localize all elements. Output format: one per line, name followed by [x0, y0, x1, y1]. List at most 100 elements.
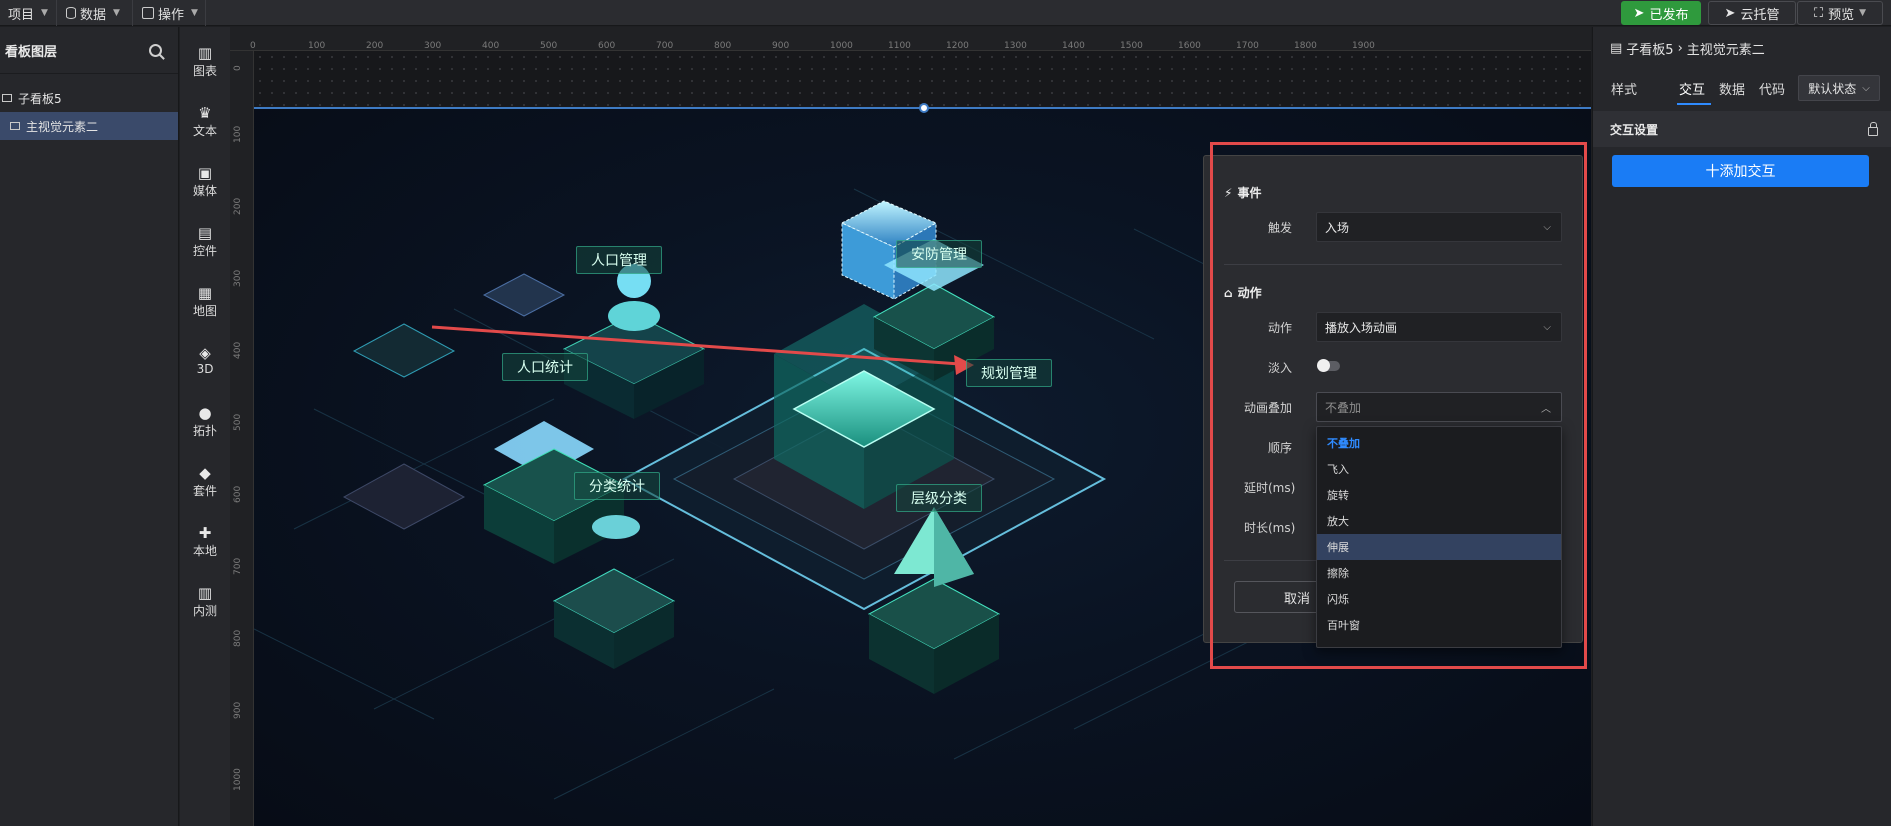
chevron-down-icon: ⌵ [1543, 221, 1551, 233]
ruler-tick-label: 1700 [1236, 41, 1259, 51]
vertical-ruler: 0 100 200 300 400 500 600 700 800 900 1000 [230, 51, 254, 826]
widget-icon: ▤ [197, 224, 213, 242]
ruler-tick-label: 800 [714, 41, 732, 51]
dropdown-option[interactable]: 飞入 [1317, 456, 1561, 482]
fullscreen-icon: ⛶ [1813, 5, 1824, 21]
menu-data[interactable]: 数据 ▼ [66, 0, 120, 26]
animation-overlay-select[interactable]: 不叠加 ︿ [1316, 392, 1562, 422]
trigger-select[interactable]: 入场 ⌵ [1316, 212, 1562, 242]
trigger-label: 触发 [1268, 221, 1293, 235]
ruler-tick-label: 800 [233, 629, 243, 647]
ruler-tick-label: 400 [233, 341, 243, 359]
tab-data[interactable]: 数据 [1719, 79, 1745, 98]
ruler-tick-label: 600 [598, 41, 616, 51]
layers-title: 看板图层 [5, 44, 58, 60]
scene-label-category-statistics: 分类统计 [574, 472, 660, 500]
chevron-down-icon: ⌵ [1543, 321, 1551, 333]
dropdown-option[interactable]: 不叠加 [1317, 430, 1561, 456]
layer-item-subboard[interactable]: 子看板5 [0, 84, 178, 112]
action-section-title: ⌂ 动作 [1224, 284, 1262, 301]
component-local[interactable]: ✚ 本地 [180, 524, 230, 559]
divider [205, 0, 206, 26]
dropdown-option[interactable]: 放大 [1317, 508, 1561, 534]
resize-handle[interactable] [919, 103, 929, 113]
cloud-host-button[interactable]: ➤ 云托管 [1708, 1, 1796, 25]
component-media[interactable]: ▣ 媒体 [180, 164, 230, 199]
ruler-tick-label: 700 [233, 557, 243, 575]
component-widget[interactable]: ▤ 控件 [180, 224, 230, 259]
cube-icon: ◈ [199, 344, 211, 362]
menu-operation[interactable]: 操作 ▼ [142, 0, 198, 26]
lightning-icon: ⚡ [1224, 185, 1233, 200]
search-icon[interactable] [149, 43, 162, 57]
dropdown-option[interactable]: 擦除 [1317, 560, 1561, 586]
ruler-tick-label: 0 [233, 65, 243, 71]
preview-button[interactable]: ⛶ 预览 ▼ [1797, 1, 1883, 25]
state-select-value: 默认状态 [1808, 81, 1857, 96]
database-icon [66, 7, 76, 19]
dropdown-option[interactable]: 闪烁 [1317, 586, 1561, 612]
dropdown-option[interactable]: 百叶窗 [1317, 612, 1561, 638]
breadcrumb-parent[interactable]: 子看板5 [1626, 39, 1673, 58]
tab-interaction[interactable]: 交互 [1679, 79, 1705, 98]
component-map[interactable]: ▦ 地图 [180, 284, 230, 319]
layers-panel: 看板图层 子看板5 主视觉元素二 [0, 27, 179, 826]
menu-data-label: 数据 [80, 7, 107, 23]
component-toolbar: ▥ 图表 ♛ 文本 ▣ 媒体 ▤ 控件 ▦ 地图 ◈ 3D ● 拓扑 ◆ 套件 ✚ 本地 ▥ 内测 [180, 27, 230, 826]
tab-code[interactable]: 代码 [1759, 79, 1785, 98]
page-icon: ▤ [1610, 41, 1623, 56]
chevron-down-icon: ▼ [191, 8, 198, 18]
component-chart[interactable]: ▥ 图表 [180, 44, 230, 79]
interaction-settings-title: 交互设置 [1610, 122, 1659, 137]
shirt-icon: ◆ [199, 464, 211, 482]
properties-panel: ▤ 子看板5 › 主视觉元素二 样式 交互 数据 代码 默认状态 ⌵ 交互设置 十… [1592, 27, 1891, 826]
action-select[interactable]: 播放入场动画 ⌵ [1316, 312, 1562, 342]
ruler-tick-label: 300 [424, 41, 442, 51]
component-label: 媒体 [192, 184, 217, 198]
ruler-tick-label: 200 [366, 41, 384, 51]
ruler-tick-label: 900 [233, 701, 243, 719]
layer-item-label: 子看板5 [18, 91, 62, 106]
tab-style[interactable]: 样式 [1611, 79, 1637, 98]
dropdown-option[interactable]: 旋转 [1317, 482, 1561, 508]
component-beta[interactable]: ▥ 内测 [180, 584, 230, 619]
breadcrumb-separator-icon: › [1677, 41, 1683, 56]
ruler-tick-label: 1500 [1120, 41, 1143, 51]
component-text[interactable]: ♛ 文本 [180, 104, 230, 139]
ruler-tick-label: 1100 [888, 41, 911, 51]
ruler-tick-label: 1800 [1294, 41, 1317, 51]
lock-icon[interactable] [1868, 121, 1878, 136]
action-label: 动作 [1268, 321, 1293, 335]
publish-button[interactable]: ➤ 已发布 [1621, 1, 1701, 25]
dropdown-option[interactable]: 伸展 [1317, 534, 1561, 560]
action-value: 播放入场动画 [1325, 320, 1398, 335]
ruler-tick-label: 1200 [946, 41, 969, 51]
state-select[interactable]: 默认状态 ⌵ [1798, 75, 1880, 101]
fade-in-toggle[interactable] [1317, 359, 1340, 372]
event-section-title: ⚡ 事件 [1224, 184, 1261, 201]
section-divider [1224, 264, 1562, 265]
chevron-down-icon: ▼ [41, 8, 48, 18]
map-icon: ▦ [197, 284, 213, 302]
ruler-tick-label: 500 [233, 413, 243, 431]
layers-header: 看板图层 [0, 27, 178, 74]
add-interaction-button[interactable]: 十添加交互 [1612, 155, 1869, 187]
chevron-up-icon: ︿ [1541, 403, 1551, 415]
menu-operation-label: 操作 [158, 7, 185, 23]
menu-project[interactable]: 项目 ▼ [8, 0, 48, 26]
animation-overlay-label: 动画叠加 [1244, 401, 1293, 415]
chevron-down-icon: ⌵ [1862, 82, 1870, 94]
animation-overlay-dropdown: 不叠加 飞入 旋转 放大 伸展 擦除 闪烁 百叶窗 [1316, 426, 1562, 648]
order-label: 顺序 [1268, 441, 1293, 455]
component-topology[interactable]: ● 拓扑 [180, 404, 230, 439]
divider [56, 0, 57, 26]
layer-item-main-visual[interactable]: 主视觉元素二 [0, 112, 178, 140]
component-kit[interactable]: ◆ 套件 [180, 464, 230, 499]
breadcrumb-current: 主视觉元素二 [1686, 43, 1765, 58]
animation-overlay-placeholder: 不叠加 [1325, 400, 1362, 415]
component-icon [10, 122, 20, 130]
component-3d[interactable]: ◈ 3D [180, 344, 230, 376]
scene-label-hierarchy-category: 层级分类 [896, 484, 982, 512]
ruler-tick-label: 700 [656, 41, 674, 51]
horizontal-ruler: 0 100 200 300 400 500 600 700 800 900 1000 1100 1200… [230, 27, 1591, 51]
